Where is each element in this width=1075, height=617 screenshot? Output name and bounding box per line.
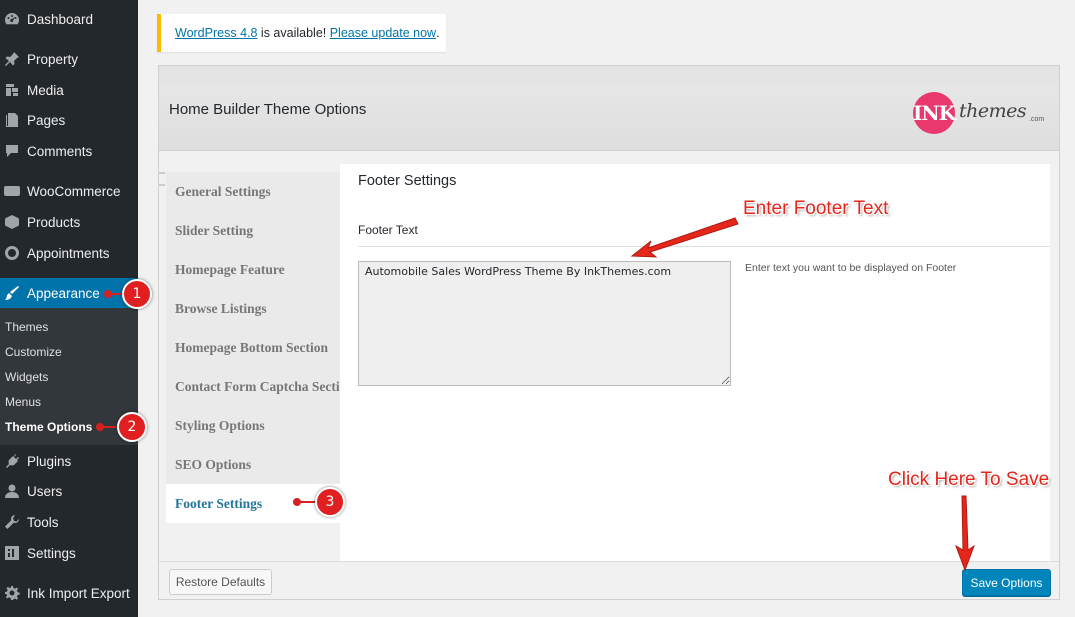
sidebar-item-label: Property xyxy=(27,51,79,67)
sidebar-item-tools[interactable]: Tools xyxy=(0,507,138,537)
sidebar-item-label: Users xyxy=(27,483,63,499)
step-badge-2: 2 xyxy=(117,412,147,442)
sidebar-item-label: Media xyxy=(27,82,64,98)
sidebar-item-pages[interactable]: Pages xyxy=(0,105,138,135)
sidebar-item-woocommerce[interactable]: WooCommerce xyxy=(0,176,138,206)
sidebar-item-label: Settings xyxy=(27,545,76,561)
sidebar-item-label: Plugins xyxy=(27,453,72,469)
sidebar-item-ink-import-export[interactable]: Ink Import Export xyxy=(0,578,138,608)
step-badge-3: 3 xyxy=(315,487,345,517)
woocommerce-icon xyxy=(3,182,21,200)
tab-homepage-bottom-section[interactable]: Homepage Bottom Section xyxy=(166,328,341,367)
logo-wordmark: themes xyxy=(959,100,1027,122)
appointments-icon xyxy=(3,244,21,262)
sidebar-item-label: WooCommerce xyxy=(27,183,121,199)
notice-end: . xyxy=(436,26,440,40)
tab-general-settings[interactable]: General Settings xyxy=(166,172,341,211)
step-2-line xyxy=(102,426,118,428)
step-badge-1: 1 xyxy=(122,279,152,309)
comments-icon xyxy=(3,142,21,160)
submenu-item-widgets[interactable]: Widgets xyxy=(5,370,48,384)
tab-seo-options[interactable]: SEO Options xyxy=(166,445,341,484)
submenu-item-customize[interactable]: Customize xyxy=(5,345,62,359)
sidebar-item-plugins[interactable]: Plugins xyxy=(0,446,138,476)
sidebar-item-label: Appearance xyxy=(27,285,100,301)
submenu-item-themes[interactable]: Themes xyxy=(5,320,48,334)
submenu-item-menus[interactable]: Menus xyxy=(5,395,41,409)
notice-text: is available! xyxy=(257,26,330,40)
sidebar-item-label: Tools xyxy=(27,514,59,530)
tools-icon xyxy=(3,513,21,531)
sidebar-item-label: Dashboard xyxy=(27,11,94,27)
sidebar-item-label: Ink Import Export xyxy=(27,585,130,601)
users-icon xyxy=(3,482,21,500)
tab-slider-setting[interactable]: Slider Setting xyxy=(166,211,341,250)
callout-click-save: Click Here To Save xyxy=(888,469,1050,490)
settings-icon xyxy=(3,544,21,562)
panel-header-strip xyxy=(159,66,1059,84)
options-content: Footer Settings Footer Text Automobile S… xyxy=(340,164,1050,561)
sidebar-item-media[interactable]: Media xyxy=(0,75,138,105)
media-icon xyxy=(3,81,21,99)
submenu-item-theme-options[interactable]: Theme Options xyxy=(5,420,92,434)
sidebar-item-label: Pages xyxy=(27,112,66,128)
theme-options-panel: Home Builder Theme Options INK themes .c… xyxy=(158,65,1060,600)
sidebar-item-users[interactable]: Users xyxy=(0,476,138,506)
save-options-button[interactable]: Save Options xyxy=(962,569,1051,596)
restore-defaults-button[interactable]: Restore Defaults xyxy=(169,569,272,595)
sidebar-item-label: Comments xyxy=(27,143,93,159)
page-title: Home Builder Theme Options xyxy=(169,101,367,118)
sidebar-item-comments[interactable]: Comments xyxy=(0,136,138,166)
appearance-icon xyxy=(3,284,21,302)
wordpress-version-link[interactable]: WordPress 4.8 xyxy=(175,26,257,40)
update-now-link[interactable]: Please update now xyxy=(330,26,436,40)
logo-suffix: .com xyxy=(1029,116,1045,123)
section-title: Footer Settings xyxy=(358,173,457,189)
products-icon xyxy=(3,213,21,231)
dashboard-icon xyxy=(3,10,21,28)
sidebar-item-appointments[interactable]: Appointments xyxy=(0,238,138,268)
field-divider xyxy=(358,246,1050,247)
footer-text-field[interactable]: Automobile Sales WordPress Theme By InkT… xyxy=(358,261,731,386)
tab-homepage-feature[interactable]: Homepage Feature xyxy=(166,250,341,289)
tab-styling-options[interactable]: Styling Options xyxy=(166,406,341,445)
tabs-grip xyxy=(159,172,165,186)
pages-icon xyxy=(3,111,21,129)
gear-icon xyxy=(3,584,21,602)
plugins-icon xyxy=(3,452,21,470)
sidebar-item-property[interactable]: Property xyxy=(0,44,138,74)
logo-mark: INK xyxy=(913,92,956,134)
panel-header: Home Builder Theme Options INK themes .c… xyxy=(159,66,1059,151)
sidebar-item-label: Appointments xyxy=(27,245,110,261)
footer-text-label: Footer Text xyxy=(358,223,418,237)
inkthemes-logo: INK themes .com xyxy=(913,90,1048,136)
callout-enter-footer-text: Enter Footer Text xyxy=(743,198,889,219)
sidebar-item-settings[interactable]: Settings xyxy=(0,538,138,568)
options-footer-bar: Restore Defaults Save Options xyxy=(159,561,1059,599)
footer-text-help: Enter text you want to be displayed on F… xyxy=(745,262,957,274)
tab-contact-form-captcha-section[interactable]: Contact Form Captcha Section xyxy=(166,367,354,406)
sidebar-item-dashboard[interactable]: Dashboard xyxy=(0,4,138,34)
admin-sidebar: Dashboard Property Media Pages Comments … xyxy=(0,0,138,617)
pin-icon xyxy=(3,50,21,68)
tab-browse-listings[interactable]: Browse Listings xyxy=(166,289,341,328)
sidebar-item-label: Products xyxy=(27,214,81,230)
sidebar-item-products[interactable]: Products xyxy=(0,207,138,237)
update-notice: WordPress 4.8 is available! Please updat… xyxy=(157,14,446,52)
